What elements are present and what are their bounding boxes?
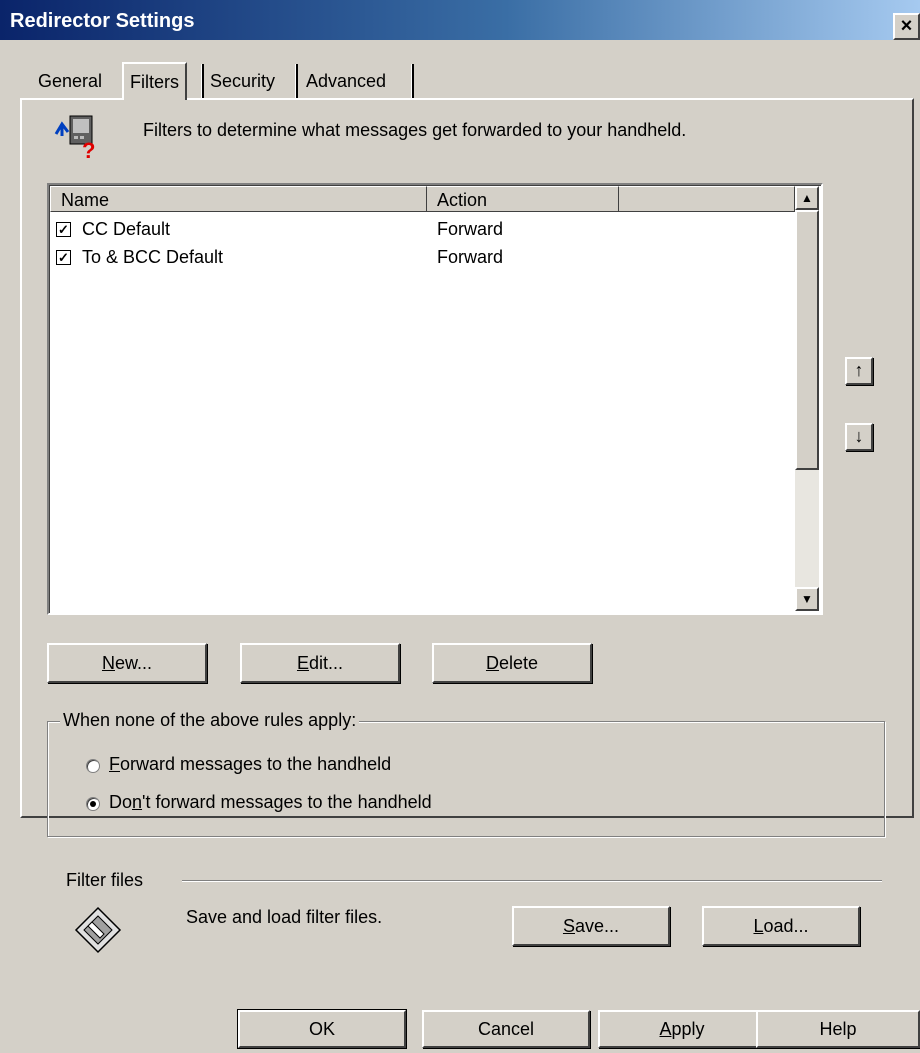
list-item[interactable]: ✓ To & BCC Default Forward xyxy=(56,243,786,272)
svg-text:?: ? xyxy=(82,138,95,162)
save-filters-button[interactable]: Save... xyxy=(512,906,670,946)
scroll-down-button[interactable]: ▼ xyxy=(795,587,819,611)
tab-filters[interactable]: Filters xyxy=(122,62,187,100)
mnemonic: E xyxy=(296,653,309,673)
apply-button[interactable]: Apply xyxy=(598,1010,766,1048)
radio-circle xyxy=(86,759,100,773)
list-item[interactable]: ✓ CC Default Forward xyxy=(56,215,786,244)
filter-files-description: Save and load filter files. xyxy=(186,907,383,927)
radio-forward[interactable] xyxy=(86,759,100,773)
scroll-up-button[interactable]: ▲ xyxy=(795,186,819,210)
radio-label-text: 't forward messages to the handheld xyxy=(142,792,432,812)
column-header-action[interactable]: Action xyxy=(427,186,619,212)
new-filter-button[interactable]: New... xyxy=(47,643,207,683)
filter-action: Forward xyxy=(437,247,504,267)
radio-forward-label[interactable]: Forward messages to the handheld xyxy=(109,754,391,775)
filters-description: Filters to determine what messages get f… xyxy=(143,120,687,140)
radio-selected-dot xyxy=(90,801,96,807)
load-filters-button[interactable]: Load... xyxy=(702,906,860,946)
delete-filter-button[interactable]: Delete xyxy=(432,643,592,683)
tab-advanced[interactable]: Advanced xyxy=(302,66,390,96)
checkbox[interactable]: ✓ xyxy=(56,222,71,237)
close-button[interactable]: × xyxy=(893,13,920,40)
filter-files-heading: Filter files xyxy=(66,870,144,890)
filter-action: Forward xyxy=(437,219,504,239)
mnemonic: N xyxy=(101,653,115,673)
filter-name: To & BCC Default xyxy=(82,247,224,267)
radio-dont-forward[interactable] xyxy=(86,797,100,811)
checkbox[interactable]: ✓ xyxy=(56,250,71,265)
window-title: Redirector Settings xyxy=(10,10,195,32)
move-up-button[interactable]: ↑ xyxy=(845,357,873,385)
scroll-thumb[interactable] xyxy=(795,210,819,470)
move-down-button[interactable]: ↓ xyxy=(845,423,873,451)
ok-button[interactable]: OK xyxy=(237,1009,407,1049)
radio-label-text: orward messages to the handheld xyxy=(120,754,392,774)
button-label: ew... xyxy=(114,653,153,673)
radio-circle xyxy=(86,797,100,811)
mnemonic: D xyxy=(485,653,499,673)
tab-security[interactable]: Security xyxy=(206,66,279,96)
button-label: pply xyxy=(671,1019,705,1039)
mnemonic: L xyxy=(753,916,764,936)
tab-divider xyxy=(412,64,414,98)
mnemonic: A xyxy=(659,1019,672,1039)
column-header-name[interactable]: Name xyxy=(50,186,427,212)
button-label: oad... xyxy=(763,916,809,936)
filter-files-separator xyxy=(182,880,882,882)
mnemonic: F xyxy=(109,754,120,774)
radio-label-text: Do xyxy=(109,792,133,812)
cancel-button[interactable]: Cancel xyxy=(422,1010,590,1048)
filter-name: CC Default xyxy=(82,219,171,239)
mnemonic: S xyxy=(562,916,575,936)
handheld-filter-icon: ? xyxy=(52,110,102,163)
button-label: elete xyxy=(498,653,539,673)
tab-general[interactable]: General xyxy=(34,66,106,96)
column-header-filler xyxy=(619,186,795,212)
edit-filter-button[interactable]: Edit... xyxy=(240,643,400,683)
mnemonic: n xyxy=(132,792,143,812)
button-label: dit... xyxy=(309,653,344,673)
default-rule-legend: When none of the above rules apply: xyxy=(60,710,360,731)
default-rule-group xyxy=(47,721,885,837)
tab-divider xyxy=(202,64,204,98)
radio-dont-forward-label[interactable]: Don't forward messages to the handheld xyxy=(109,792,432,813)
button-label: ave... xyxy=(574,916,620,936)
tab-divider xyxy=(296,64,298,98)
help-button[interactable]: Help xyxy=(756,1010,920,1048)
floppy-disk-icon xyxy=(74,906,122,954)
